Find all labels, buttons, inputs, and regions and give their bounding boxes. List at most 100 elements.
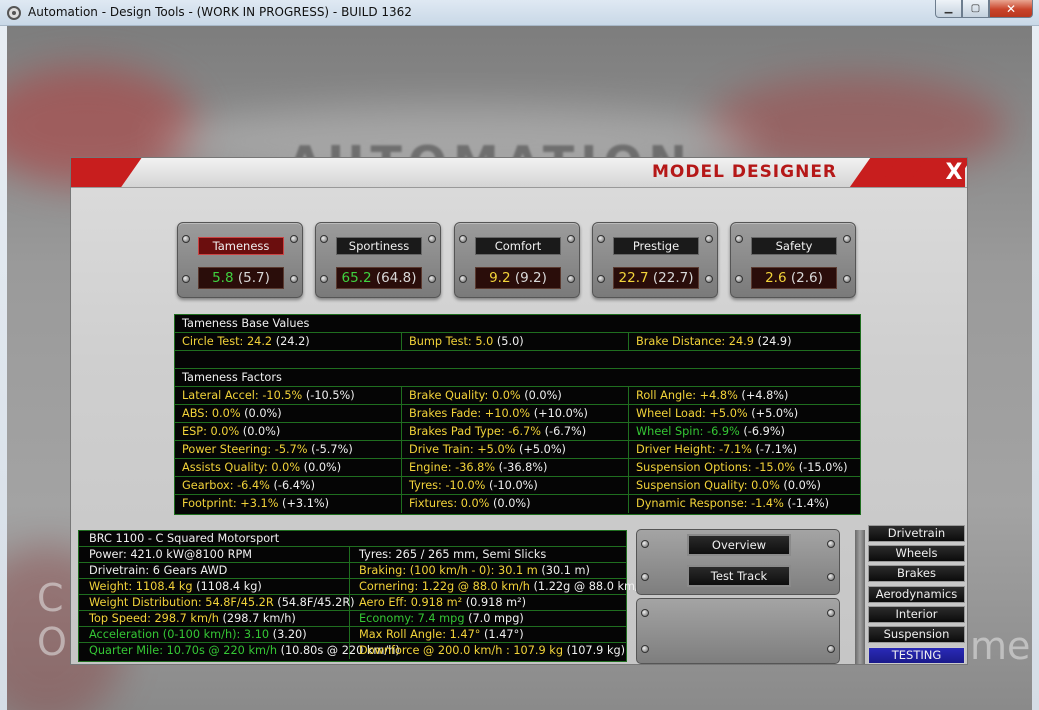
table-cell: Suspension Quality: 0.0% (0.0%) — [636, 479, 821, 492]
tameness-details-table: Tameness Base Values Circle Test: 24.2 (… — [174, 314, 861, 515]
table-cell: Downforce @ 200.0 km/h : 107.9 kg (107.9… — [359, 644, 626, 657]
screw-icon — [843, 275, 851, 283]
table-cell: Weight Distribution: 54.8F/45.2R (54.8F/… — [79, 595, 355, 611]
maximize-icon[interactable]: ▢ — [962, 0, 989, 18]
table-cell: Bump Test: 5.0 (5.0) — [402, 333, 629, 351]
rating-value: 2.6 (2.6) — [751, 267, 837, 289]
screw-icon — [705, 275, 713, 283]
table-cell: Top Speed: 298.7 km/h (298.7 km/h) — [79, 611, 350, 627]
app-icon — [7, 6, 21, 20]
window-controls: ▁ ▢ ✕ — [935, 0, 1033, 18]
model-designer-panel: MODEL DESIGNER X Tameness 5.8 (5.7) Spor… — [70, 157, 968, 665]
table-row: Footprint: +3.1% (+3.1%) Fixtures: 0.0% (… — [175, 495, 860, 513]
table-row: Weight: 1108.4 kg (1108.4 kg) Cornering: … — [79, 579, 650, 595]
rating-plate-tameness: Tameness 5.8 (5.7) — [177, 222, 303, 298]
minimize-icon[interactable]: ▁ — [935, 0, 962, 18]
table-row: Acceleration (0-100 km/h): 3.10 (3.20) Ma… — [79, 627, 626, 643]
table-row: Tameness Factors — [175, 369, 860, 387]
table-row: BRC 1100 - C Squared Motorsport — [79, 531, 626, 547]
tab-drivetrain[interactable]: Drivetrain — [868, 525, 965, 542]
screw-icon — [705, 235, 713, 243]
table-row: Circle Test: 24.2 (24.2) Bump Test: 5.0 … — [175, 333, 860, 351]
table-cell: Drive Train: +5.0% (+5.0%) — [402, 441, 629, 459]
table-cell: Aero Eff: 0.918 m² (0.918 m²) — [359, 596, 527, 609]
table-row-empty — [175, 351, 860, 369]
rating-button-prestige[interactable]: Prestige — [613, 237, 699, 255]
rating-button-tameness[interactable]: Tameness — [198, 237, 284, 255]
table-cell: Fixtures: 0.0% (0.0%) — [402, 495, 629, 513]
rating-value: 5.8 (5.7) — [198, 267, 284, 289]
tab-rail — [855, 530, 865, 664]
screw-icon — [827, 540, 835, 548]
screw-icon — [735, 275, 743, 283]
screw-icon — [597, 275, 605, 283]
table-row: Top Speed: 298.7 km/h (298.7 km/h) Econom… — [79, 611, 626, 627]
table-cell: ESP: 0.0% (0.0%) — [175, 423, 402, 441]
table-cell: Braking: (100 km/h - 0): 30.1 m (30.1 m) — [359, 564, 590, 577]
rating-button-comfort[interactable]: Comfort — [475, 237, 561, 255]
table-cell: Dynamic Response: -1.4% (-1.4%) — [636, 497, 830, 510]
rating-plate-prestige: Prestige 22.7 (22.7) — [592, 222, 718, 298]
table-cell: Drivetrain: 6 Gears AWD — [79, 563, 350, 579]
screw-icon — [641, 609, 649, 617]
screw-icon — [827, 573, 835, 581]
table-row: Weight Distribution: 54.8F/45.2R (54.8F/… — [79, 595, 626, 611]
tab-suspension[interactable]: Suspension — [868, 626, 965, 643]
table-row: ESP: 0.0% (0.0%) Brakes Pad Type: -6.7% (… — [175, 423, 860, 441]
table-row: ABS: 0.0% (0.0%) Brakes Fade: +10.0% (+10… — [175, 405, 860, 423]
window-titlebar: Automation - Design Tools - (WORK IN PRO… — [0, 0, 1039, 26]
tab-testing[interactable]: TESTING — [868, 647, 965, 664]
rating-value: 65.2 (64.8) — [336, 267, 422, 289]
table-cell: Gearbox: -6.4% (-6.4%) — [175, 477, 402, 495]
table-cell: Quarter Mile: 10.70s @ 220 km/h (10.80s … — [79, 643, 400, 659]
rating-plate-safety: Safety 2.6 (2.6) — [730, 222, 856, 298]
screw-icon — [428, 235, 436, 243]
tab-brakes[interactable]: Brakes — [868, 565, 965, 582]
screw-icon — [843, 235, 851, 243]
screw-icon — [641, 540, 649, 548]
table-row: Drivetrain: 6 Gears AWD Braking: (100 km/… — [79, 563, 626, 579]
navigation-plate: Overview Test Track — [636, 529, 840, 595]
section-header: Tameness Factors — [182, 371, 282, 384]
panel-header: MODEL DESIGNER X — [71, 158, 967, 188]
panel-close-button[interactable]: X — [943, 158, 965, 187]
screw-icon — [459, 235, 467, 243]
section-header: Tameness Base Values — [182, 317, 310, 330]
table-cell: Assists Quality: 0.0% (0.0%) — [175, 459, 402, 477]
screw-icon — [182, 275, 190, 283]
table-cell: Brake Quality: 0.0% (0.0%) — [402, 387, 629, 405]
table-row: Quarter Mile: 10.70s @ 220 km/h (10.80s … — [79, 643, 626, 659]
car-stats-table: BRC 1100 - C Squared Motorsport Power: 4… — [78, 530, 650, 662]
table-cell: Footprint: +3.1% (+3.1%) — [175, 495, 402, 513]
table-row: Gearbox: -6.4% (-6.4%) Tyres: -10.0% (-10… — [175, 477, 860, 495]
panel-title: MODEL DESIGNER — [652, 162, 838, 182]
screw-icon — [290, 235, 298, 243]
screw-icon — [641, 573, 649, 581]
tab-interior[interactable]: Interior — [868, 606, 965, 623]
empty-plate — [636, 598, 840, 664]
header-stripe — [71, 158, 142, 187]
table-cell: Circle Test: 24.2 (24.2) — [175, 333, 402, 351]
background-text: O — [37, 620, 67, 664]
test-track-button[interactable]: Test Track — [687, 565, 791, 587]
tab-aerodynamics[interactable]: Aerodynamics — [868, 586, 965, 603]
table-cell: Wheel Load: +5.0% (+5.0%) — [636, 407, 799, 420]
overview-button[interactable]: Overview — [687, 534, 791, 556]
table-cell: Tyres: -10.0% (-10.0%) — [402, 477, 629, 495]
table-cell: Max Roll Angle: 1.47° (1.47°) — [359, 628, 524, 641]
screw-icon — [290, 275, 298, 283]
rating-button-sportiness[interactable]: Sportiness — [336, 237, 422, 255]
close-icon[interactable]: ✕ — [989, 0, 1033, 18]
table-cell: Weight: 1108.4 kg (1108.4 kg) — [79, 579, 350, 595]
table-cell: Wheel Spin: -6.9% (-6.9%) — [636, 425, 785, 438]
screw-icon — [320, 275, 328, 283]
screw-icon — [827, 645, 835, 653]
screw-icon — [320, 235, 328, 243]
table-cell: Driver Height: -7.1% (-7.1%) — [636, 443, 798, 456]
table-cell: Acceleration (0-100 km/h): 3.10 (3.20) — [79, 627, 350, 643]
rating-button-safety[interactable]: Safety — [751, 237, 837, 255]
rating-plate-comfort: Comfort 9.2 (9.2) — [454, 222, 580, 298]
background-text: me — [970, 624, 1031, 668]
tab-wheels[interactable]: Wheels — [868, 545, 965, 562]
screw-icon — [459, 275, 467, 283]
